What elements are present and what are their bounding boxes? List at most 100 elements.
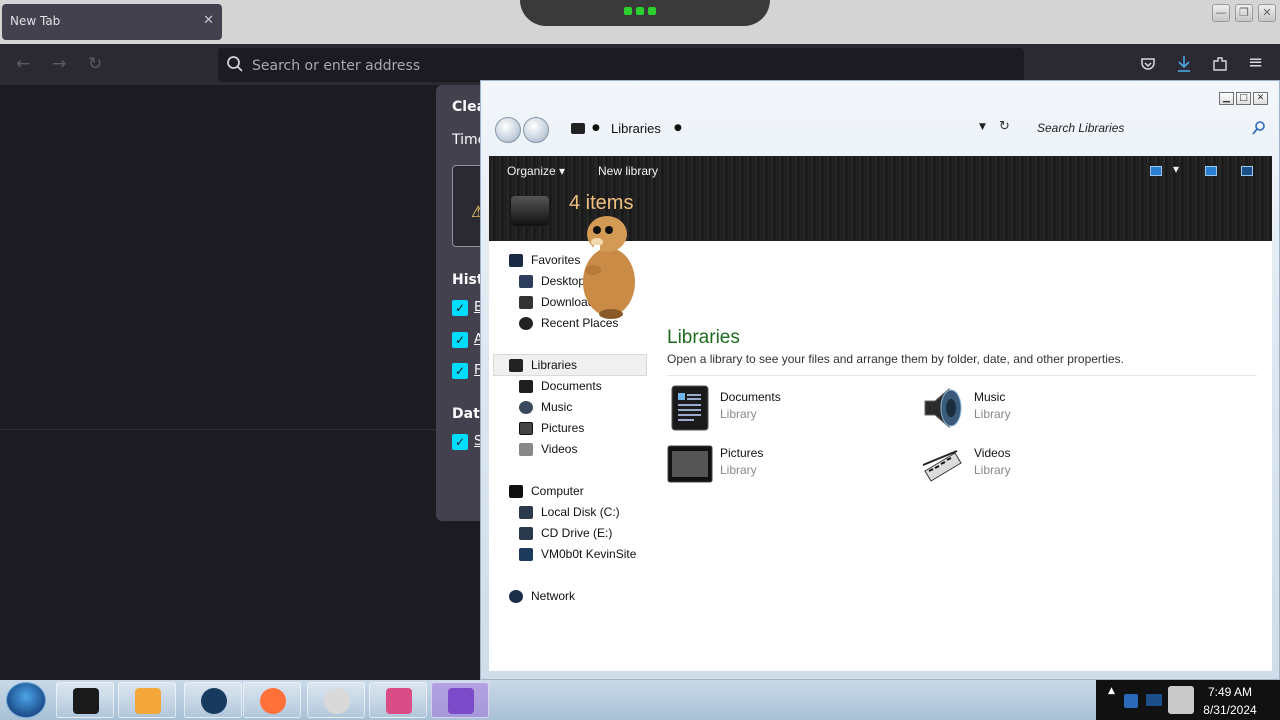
refresh-icon[interactable]: ↻: [999, 119, 1010, 134]
tab-close-icon[interactable]: ✕: [203, 13, 214, 28]
nav-computer[interactable]: Computer: [509, 481, 584, 501]
forward-icon[interactable]: →: [52, 54, 66, 74]
pictures-icon: [519, 421, 533, 435]
preview-pane-icon[interactable]: [1205, 166, 1217, 176]
library-documents-type: Library: [720, 407, 757, 421]
browser-close-button[interactable]: ✕: [1258, 4, 1276, 22]
library-pictures-name: Pictures: [720, 446, 764, 460]
taskbar-explorer[interactable]: [56, 682, 114, 718]
explorer-close-button[interactable]: ✕: [1253, 92, 1268, 105]
documents-icon: [519, 379, 533, 393]
taskbar-globe-app[interactable]: [184, 682, 242, 718]
taskbar-firefox[interactable]: [243, 682, 301, 718]
start-button[interactable]: [6, 682, 46, 718]
clock-time[interactable]: 7:49 AM: [1200, 685, 1260, 699]
nav-documents[interactable]: Documents: [519, 376, 602, 396]
new-library-button[interactable]: New library: [598, 164, 658, 178]
nav-libraries[interactable]: Libraries: [509, 355, 577, 375]
checkbox-active-logins[interactable]: ✓: [452, 332, 468, 348]
recent-places-icon: [519, 316, 533, 330]
local-disk-icon: [519, 505, 533, 519]
network-drive-icon: [519, 547, 533, 561]
explorer-minimize-button[interactable]: ▁: [1219, 92, 1234, 105]
help-icon[interactable]: [1241, 166, 1253, 176]
libraries-large-icon: [511, 196, 549, 226]
nav-favorites[interactable]: Favorites: [509, 250, 580, 270]
explorer-maximize-button[interactable]: □: [1236, 92, 1251, 105]
taskbar-visual-studio[interactable]: [431, 682, 489, 718]
tray-monitor-icon[interactable]: [1146, 694, 1162, 706]
reload-icon[interactable]: ↻: [88, 54, 102, 74]
back-button[interactable]: [495, 117, 521, 143]
videos-icon: [519, 442, 533, 456]
nav-videos[interactable]: Videos: [519, 439, 577, 459]
visual-studio-icon: [448, 688, 474, 714]
nav-documents-label: Documents: [541, 379, 602, 393]
browser-minimize-button[interactable]: —: [1212, 4, 1230, 22]
forward-button[interactable]: [523, 117, 549, 143]
taskbar-skull-app[interactable]: [307, 682, 365, 718]
breadcrumb-separator[interactable]: ●: [592, 123, 600, 133]
checkbox-form-history[interactable]: ✓: [452, 363, 468, 379]
library-pictures[interactable]: Pictures Library: [667, 439, 887, 491]
nav-cd-drive[interactable]: CD Drive (E:): [519, 523, 612, 543]
view-dropdown-icon[interactable]: ▾: [1173, 162, 1179, 176]
breadcrumb-libraries[interactable]: Libraries: [611, 121, 661, 136]
nav-pictures-label: Pictures: [541, 421, 585, 435]
theme-ornament: [520, 0, 770, 26]
breadcrumb-separator[interactable]: ●: [674, 123, 682, 133]
show-hidden-icons[interactable]: ▲: [1108, 686, 1115, 696]
library-documents[interactable]: Documents Library: [667, 383, 887, 435]
back-icon[interactable]: ←: [16, 54, 30, 74]
nav-music[interactable]: Music: [519, 397, 572, 417]
music-library-icon: [924, 387, 962, 429]
tab-new-tab[interactable]: New Tab ✕: [2, 4, 222, 40]
taskbar-installer-app[interactable]: [369, 682, 427, 718]
url-placeholder: Search or enter address: [252, 58, 421, 74]
library-videos[interactable]: Videos Library: [921, 439, 1141, 491]
extensions-icon[interactable]: [1212, 55, 1228, 72]
nav-music-label: Music: [541, 400, 573, 414]
organize-button[interactable]: Organize ▾: [507, 164, 565, 178]
favorites-icon: [509, 253, 523, 267]
nav-pictures[interactable]: Pictures: [519, 418, 584, 438]
address-dropdown-icon[interactable]: ▼: [979, 122, 986, 132]
library-videos-type: Library: [974, 463, 1011, 477]
videos-library-icon: [922, 450, 962, 482]
header-divider: [667, 375, 1257, 376]
installer-icon: [386, 688, 412, 714]
nav-favorites-label: Favorites: [531, 253, 581, 267]
media-player-icon: [135, 688, 161, 714]
browser-navbar: ← → ↻ Search or enter address ≡: [0, 44, 1280, 85]
browser-tab-strip: New Tab ✕ — ❐ ✕: [0, 0, 1280, 44]
checkbox-site-settings[interactable]: ✓: [452, 434, 468, 450]
network-icon: [509, 589, 523, 603]
browser-maximize-button[interactable]: ❐: [1235, 4, 1253, 22]
nav-network-drive[interactable]: VM0b0t KevinSite: [519, 544, 636, 564]
downloads-icon[interactable]: [1176, 55, 1192, 73]
libraries-icon: [509, 358, 523, 372]
library-documents-name: Documents: [720, 390, 781, 404]
pocket-icon[interactable]: [1140, 56, 1156, 72]
checkbox-browsing[interactable]: ✓: [452, 300, 468, 316]
taskbar-media-player[interactable]: [118, 682, 176, 718]
menu-icon[interactable]: ≡: [1248, 52, 1263, 73]
tray-volume-icon[interactable]: [1168, 686, 1194, 714]
nav-network[interactable]: Network: [509, 586, 575, 606]
search-icon[interactable]: [1251, 120, 1267, 136]
clock-date[interactable]: 8/31/2024: [1196, 703, 1264, 717]
page-title: Libraries: [667, 327, 740, 348]
url-bar[interactable]: Search or enter address: [218, 48, 1024, 82]
page-description: Open a library to see your files and arr…: [667, 352, 1124, 366]
tab-title: New Tab: [10, 14, 61, 28]
library-music[interactable]: Music Library: [921, 383, 1141, 435]
nav-local-disk[interactable]: Local Disk (C:): [519, 502, 620, 522]
mascot-sticker[interactable]: [575, 212, 639, 320]
change-view-icon[interactable]: [1150, 166, 1162, 176]
desktop-icon: [519, 274, 533, 288]
nav-local-disk-label: Local Disk (C:): [541, 505, 620, 519]
nav-network-drive-label: VM0b0t KevinSite: [541, 547, 637, 561]
nav-videos-label: Videos: [541, 442, 578, 456]
tray-network-icon[interactable]: [1124, 694, 1138, 708]
search-libraries-input[interactable]: Search Libraries: [1037, 121, 1124, 135]
